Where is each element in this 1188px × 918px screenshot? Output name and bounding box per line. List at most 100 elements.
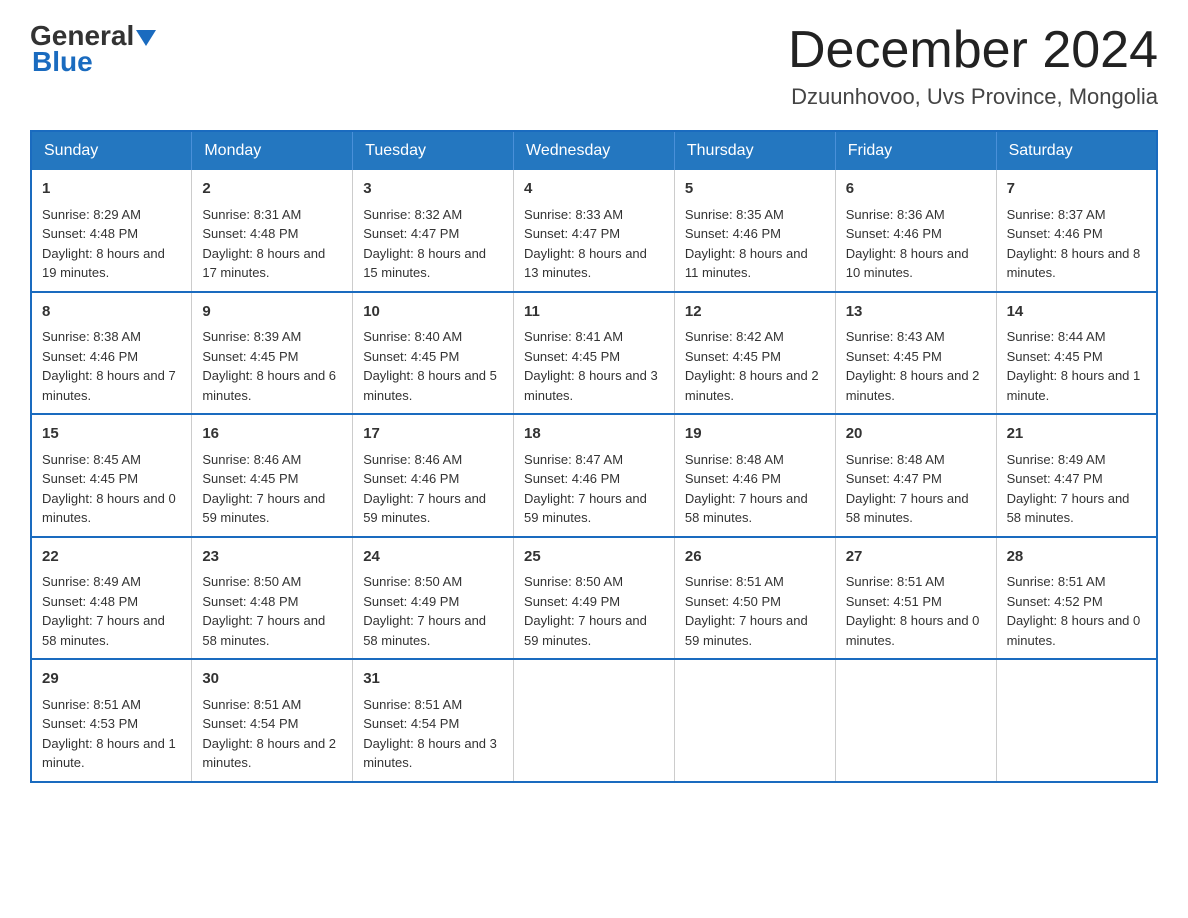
day-number: 29	[42, 668, 181, 691]
sunrise: Sunrise: 8:47 AM	[524, 452, 623, 467]
sunrise: Sunrise: 8:29 AM	[42, 207, 141, 222]
calendar-cell: 20Sunrise: 8:48 AMSunset: 4:47 PMDayligh…	[835, 414, 996, 537]
sunset: Sunset: 4:45 PM	[202, 471, 298, 486]
calendar-cell: 12Sunrise: 8:42 AMSunset: 4:45 PMDayligh…	[674, 292, 835, 415]
sunrise: Sunrise: 8:50 AM	[202, 574, 301, 589]
daylight: Daylight: 7 hours and 59 minutes.	[524, 613, 647, 648]
daylight: Daylight: 8 hours and 11 minutes.	[685, 246, 808, 281]
daylight: Daylight: 8 hours and 0 minutes.	[846, 613, 980, 648]
daylight: Daylight: 7 hours and 58 minutes.	[202, 613, 325, 648]
daylight: Daylight: 7 hours and 59 minutes.	[202, 491, 325, 526]
day-number: 14	[1007, 301, 1146, 324]
day-number: 22	[42, 546, 181, 569]
day-number: 4	[524, 178, 664, 201]
day-number: 1	[42, 178, 181, 201]
day-number: 25	[524, 546, 664, 569]
sunrise: Sunrise: 8:51 AM	[685, 574, 784, 589]
daylight: Daylight: 8 hours and 7 minutes.	[42, 368, 176, 403]
calendar-cell: 23 Sunrise: 8:50 AM Sunset: 4:48 PM Dayligh…	[192, 537, 353, 660]
sunrise: Sunrise: 8:36 AM	[846, 207, 945, 222]
calendar-week-row: 15Sunrise: 8:45 AMSunset: 4:45 PMDayligh…	[31, 414, 1157, 537]
sunset: Sunset: 4:45 PM	[1007, 349, 1103, 364]
calendar-cell: 17Sunrise: 8:46 AMSunset: 4:46 PMDayligh…	[353, 414, 514, 537]
sunrise: Sunrise: 8:49 AM	[1007, 452, 1106, 467]
daylight: Daylight: 8 hours and 6 minutes.	[202, 368, 336, 403]
day-header-saturday: Saturday	[996, 131, 1157, 170]
sunset: Sunset: 4:47 PM	[524, 226, 620, 241]
sunrise: Sunrise: 8:50 AM	[524, 574, 623, 589]
sunset: Sunset: 4:45 PM	[846, 349, 942, 364]
sunset: Sunset: 4:48 PM	[42, 594, 138, 609]
day-number: 3	[363, 178, 503, 201]
day-number: 24	[363, 546, 503, 569]
logo-triangle-icon	[136, 30, 156, 46]
calendar-cell: 24Sunrise: 8:50 AMSunset: 4:49 PMDayligh…	[353, 537, 514, 660]
day-number: 10	[363, 301, 503, 324]
calendar-cell: 15Sunrise: 8:45 AMSunset: 4:45 PMDayligh…	[31, 414, 192, 537]
sunrise: Sunrise: 8:44 AM	[1007, 329, 1106, 344]
calendar-week-row: 1 Sunrise: 8:29 AM Sunset: 4:48 PM Daylight…	[31, 170, 1157, 292]
day-number: 12	[685, 301, 825, 324]
sunrise: Sunrise: 8:37 AM	[1007, 207, 1106, 222]
daylight: Daylight: 8 hours and 17 minutes.	[202, 246, 325, 281]
sunrise: Sunrise: 8:42 AM	[685, 329, 784, 344]
sunrise: Sunrise: 8:40 AM	[363, 329, 462, 344]
day-header-tuesday: Tuesday	[353, 131, 514, 170]
day-number: 28	[1007, 546, 1146, 569]
sunset: Sunset: 4:49 PM	[524, 594, 620, 609]
sunrise: Sunrise: 8:46 AM	[363, 452, 462, 467]
day-header-wednesday: Wednesday	[514, 131, 675, 170]
sunrise: Sunrise: 8:41 AM	[524, 329, 623, 344]
calendar-cell: 29Sunrise: 8:51 AMSunset: 4:53 PMDayligh…	[31, 659, 192, 782]
sunset: Sunset: 4:54 PM	[202, 716, 298, 731]
daylight: Daylight: 8 hours and 2 minutes.	[685, 368, 819, 403]
calendar-header-row: SundayMondayTuesdayWednesdayThursdayFrid…	[31, 131, 1157, 170]
sunrise: Sunrise: 8:46 AM	[202, 452, 301, 467]
daylight: Daylight: 7 hours and 58 minutes.	[685, 491, 808, 526]
sunset: Sunset: 4:48 PM	[42, 226, 138, 241]
day-number: 30	[202, 668, 342, 691]
sunset: Sunset: 4:48 PM	[202, 594, 298, 609]
sunrise: Sunrise: 8:48 AM	[685, 452, 784, 467]
location-title: Dzuunhovoo, Uvs Province, Mongolia	[788, 84, 1158, 110]
calendar-cell	[996, 659, 1157, 782]
sunrise: Sunrise: 8:33 AM	[524, 207, 623, 222]
calendar-cell: 21Sunrise: 8:49 AMSunset: 4:47 PMDayligh…	[996, 414, 1157, 537]
sunrise: Sunrise: 8:39 AM	[202, 329, 301, 344]
calendar-cell: 5Sunrise: 8:35 AMSunset: 4:46 PMDaylight…	[674, 170, 835, 292]
calendar-week-row: 22Sunrise: 8:49 AMSunset: 4:48 PMDayligh…	[31, 537, 1157, 660]
calendar-cell: 4Sunrise: 8:33 AMSunset: 4:47 PMDaylight…	[514, 170, 675, 292]
daylight: Daylight: 7 hours and 58 minutes.	[363, 613, 486, 648]
daylight: Daylight: 8 hours and 19 minutes.	[42, 246, 165, 281]
day-number: 8	[42, 301, 181, 324]
day-number: 17	[363, 423, 503, 446]
calendar-cell: 13Sunrise: 8:43 AMSunset: 4:45 PMDayligh…	[835, 292, 996, 415]
sunrise: Sunrise: 8:32 AM	[363, 207, 462, 222]
calendar-cell: 10Sunrise: 8:40 AMSunset: 4:45 PMDayligh…	[353, 292, 514, 415]
sunrise: Sunrise: 8:45 AM	[42, 452, 141, 467]
day-number: 2	[202, 178, 342, 201]
sunset: Sunset: 4:49 PM	[363, 594, 459, 609]
calendar-cell: 31Sunrise: 8:51 AMSunset: 4:54 PMDayligh…	[353, 659, 514, 782]
day-number: 9	[202, 301, 342, 324]
daylight: Daylight: 8 hours and 5 minutes.	[363, 368, 497, 403]
daylight: Daylight: 8 hours and 2 minutes.	[202, 736, 336, 771]
calendar-cell: 22Sunrise: 8:49 AMSunset: 4:48 PMDayligh…	[31, 537, 192, 660]
sunset: Sunset: 4:46 PM	[524, 471, 620, 486]
logo: General Blue	[30, 20, 156, 78]
calendar-cell	[514, 659, 675, 782]
day-number: 23	[202, 546, 342, 569]
calendar-cell	[674, 659, 835, 782]
sunset: Sunset: 4:45 PM	[42, 471, 138, 486]
sunset: Sunset: 4:52 PM	[1007, 594, 1103, 609]
sunset: Sunset: 4:46 PM	[1007, 226, 1103, 241]
calendar-cell: 19Sunrise: 8:48 AMSunset: 4:46 PMDayligh…	[674, 414, 835, 537]
calendar-cell: 1 Sunrise: 8:29 AM Sunset: 4:48 PM Daylight…	[31, 170, 192, 292]
sunrise: Sunrise: 8:48 AM	[846, 452, 945, 467]
daylight: Daylight: 7 hours and 59 minutes.	[363, 491, 486, 526]
day-number: 21	[1007, 423, 1146, 446]
calendar-cell: 25 Sunrise: 8:50 AM Sunset: 4:49 PM Dayligh…	[514, 537, 675, 660]
sunset: Sunset: 4:50 PM	[685, 594, 781, 609]
calendar-cell: 30Sunrise: 8:51 AMSunset: 4:54 PMDayligh…	[192, 659, 353, 782]
sunrise: Sunrise: 8:38 AM	[42, 329, 141, 344]
